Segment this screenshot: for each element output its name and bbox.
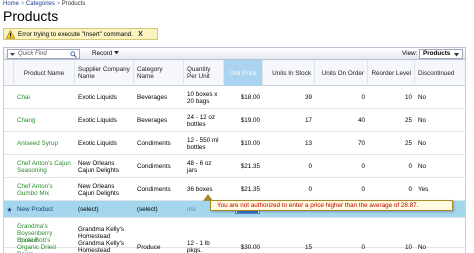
cell-category: Condiments	[137, 140, 171, 147]
column-header-product-name[interactable]: Product Name	[14, 60, 75, 86]
cell-units-in-stock: 15	[304, 243, 312, 251]
column-header-quantity[interactable]: Quantity Per Unit	[184, 60, 224, 86]
cell-discontinued: No	[418, 94, 427, 101]
close-icon[interactable]: X	[138, 31, 143, 38]
cell-units-in-stock: 17	[304, 117, 312, 124]
table-row[interactable]: Uncle Bob's Organic Dried Pears Grandma …	[4, 231, 465, 253]
breadcrumb-home[interactable]: Home	[3, 1, 19, 7]
cell-category: Condiments	[137, 163, 171, 170]
cell-quantity: 12 - 550 ml bottles	[187, 136, 219, 151]
view-selector-value: Products	[423, 50, 451, 57]
cell-category: Condiments	[137, 186, 171, 193]
chevron-down-icon	[114, 51, 120, 55]
cell-discontinued: Yes	[418, 186, 429, 193]
cell-units-on-order: 0	[361, 94, 365, 101]
cell-units-in-stock: 0	[308, 163, 312, 170]
cell-discontinued: No	[418, 163, 427, 170]
validation-error-tooltip: You are not authorized to enter a price …	[210, 200, 453, 211]
column-header-reorder-level[interactable]: Reorder Level	[368, 60, 415, 86]
cell-unit-price: $19.00	[240, 117, 260, 124]
grid-header-row: Product Name Supplier Company Name Categ…	[4, 60, 465, 86]
view-selector[interactable]: Products	[419, 49, 463, 59]
cell-unit-price: $18.00	[240, 94, 260, 101]
cell-category: Beverages	[137, 94, 168, 101]
view-label: View:	[402, 50, 418, 57]
table-row[interactable]: Aniseed Syrup Exotic Liquids Condiments …	[4, 132, 465, 155]
cell-discontinued: No	[418, 140, 427, 147]
column-header-supplier[interactable]: Supplier Company Name	[75, 60, 134, 86]
cell-quantity: 10 boxes x 20 bags	[187, 90, 218, 105]
cell-reorder-level: 10	[404, 94, 412, 101]
table-row[interactable]: Chang Exotic Liquids Beverages 24 - 12 o…	[4, 109, 465, 132]
cell-supplier: New Orleans Cajun Delights	[78, 182, 119, 197]
products-grid: Product Name Supplier Company Name Categ…	[3, 60, 466, 253]
cell-units-on-order: 70	[357, 140, 365, 147]
search-icon[interactable]	[70, 51, 77, 58]
cell-reorder-level: 25	[404, 140, 412, 147]
cell-reorder-level: 0	[408, 163, 412, 170]
column-header-category[interactable]: Category Name	[134, 60, 184, 86]
table-row[interactable]: Chef Anton's Cajun Seasoning New Orleans…	[4, 155, 465, 178]
column-header-units-in-stock[interactable]: Units In Stock	[263, 60, 315, 86]
cell-units-on-order: 40	[357, 117, 365, 124]
cell-quantity: 12 - 1 lb pkgs.	[187, 240, 210, 253]
cell-discontinued: No	[418, 117, 427, 124]
cell-units-in-stock: 13	[304, 140, 312, 147]
cell-discontinued: No	[418, 243, 427, 251]
cell-unit-price: $21.35	[240, 186, 260, 193]
breadcrumb-separator: >	[56, 1, 61, 7]
dropdown-arrow-icon[interactable]	[10, 52, 15, 57]
quick-find-placeholder: Quick Find	[18, 51, 47, 57]
breadcrumb-separator: >	[20, 1, 25, 7]
cell-unit-price: $30.00	[240, 243, 260, 251]
cell-supplier: Grandma Kelly's Homestead	[78, 240, 124, 253]
new-record-star-icon	[7, 207, 12, 212]
record-menu-label: Record	[92, 50, 113, 57]
cell-reorder-level: 10	[404, 243, 412, 251]
cell-supplier: Exotic Liquids	[78, 140, 117, 147]
cell-unit-price: $10.00	[240, 140, 260, 147]
header-marker-column	[4, 60, 14, 86]
breadcrumb-categories[interactable]: Categories	[26, 1, 55, 7]
cell-units-on-order: 0	[361, 243, 365, 251]
cell-units-on-order: 0	[361, 163, 365, 170]
cell-supplier-select[interactable]: (select)	[75, 201, 134, 218]
cell-category-select[interactable]: (select)	[134, 201, 184, 218]
cell-unit-price: $21.35	[240, 163, 260, 170]
quick-find-input[interactable]: Quick Find	[7, 49, 80, 59]
page-title: Products	[3, 8, 59, 24]
cell-quantity: 48 - 6 oz jars	[187, 159, 212, 174]
cell-product-name[interactable]: New Product	[14, 201, 75, 218]
cell-quantity: 24 - 12 oz bottles	[187, 113, 216, 128]
record-menu[interactable]: Record	[92, 50, 120, 57]
cell-product-name[interactable]: Aniseed Syrup	[14, 132, 75, 155]
error-message-text: Error trying to execute "Insert" command…	[18, 30, 134, 38]
warning-icon	[6, 29, 15, 39]
cell-category: Beverages	[137, 117, 168, 124]
grid-toolbar: Quick Find Record View: Products	[3, 47, 466, 60]
cell-product-name[interactable]: Uncle Bob's Organic Dried Pears	[14, 231, 75, 253]
cell-units-on-order: 0	[361, 186, 365, 193]
chevron-down-icon	[454, 53, 459, 57]
breadcrumb-products: Products	[61, 1, 86, 7]
table-row[interactable]: Chef Anton's Gumbo Mix New Orleans Cajun…	[4, 178, 465, 201]
cell-product-name[interactable]: Chef Anton's Gumbo Mix	[14, 178, 75, 201]
cell-reorder-level: 0	[408, 186, 412, 193]
error-message-bar: Error trying to execute "Insert" command…	[3, 28, 158, 40]
cell-supplier: Exotic Liquids	[78, 117, 117, 124]
column-header-discontinued[interactable]: Discontinued	[415, 60, 465, 86]
column-header-unit-price[interactable]: Unit Price	[224, 60, 263, 86]
cell-reorder-level: 25	[404, 117, 412, 124]
cell-category: Produce	[137, 243, 161, 251]
column-header-units-on-order[interactable]: Units On Order	[315, 60, 368, 86]
cell-units-in-stock: 0	[308, 186, 312, 193]
table-row[interactable]: Chai Exotic Liquids Beverages 10 boxes x…	[4, 86, 465, 109]
cell-supplier: New Orleans Cajun Delights	[78, 159, 119, 174]
cell-product-name[interactable]: Chang	[14, 109, 75, 132]
cell-product-name[interactable]: Chef Anton's Cajun Seasoning	[14, 155, 75, 178]
cell-product-name[interactable]: Chai	[14, 86, 75, 109]
cell-units-in-stock: 39	[304, 94, 312, 101]
cell-supplier: Exotic Liquids	[78, 94, 117, 101]
